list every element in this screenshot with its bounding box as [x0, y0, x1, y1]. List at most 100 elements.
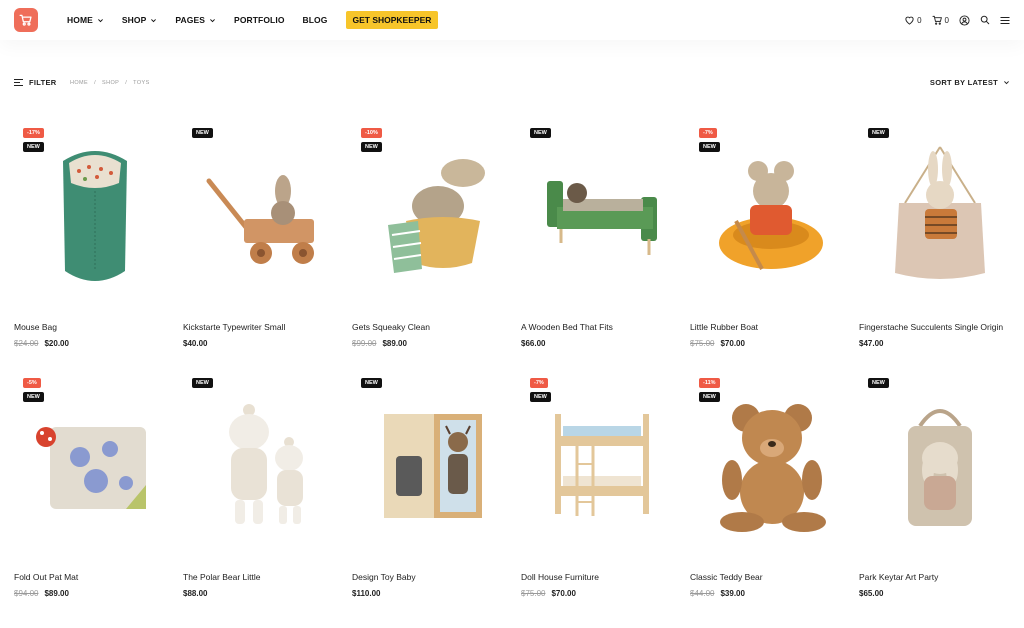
breadcrumb: HOME / SHOP / TOYS: [70, 80, 150, 86]
nav-item-home[interactable]: HOME: [67, 15, 104, 25]
old-price: $75.00: [521, 589, 546, 598]
cart-count: 0: [944, 15, 949, 25]
product-name[interactable]: Gets Squeaky Clean: [352, 322, 513, 332]
product-price: $44.00 $39.00: [690, 589, 851, 598]
filter-icon: [14, 79, 23, 86]
filter-button[interactable]: FILTER: [14, 78, 57, 87]
search-button[interactable]: [980, 15, 990, 25]
menu-button[interactable]: [1000, 16, 1010, 25]
product-name[interactable]: Kickstarte Typewriter Small: [183, 322, 344, 332]
product-name[interactable]: Fingerstache Succulents Single Origin: [859, 322, 1020, 332]
logo[interactable]: [14, 8, 38, 32]
product-card[interactable]: NEW Fingerstache Succulents Single Origi…: [859, 128, 1020, 378]
product-card[interactable]: -7% NEW Doll House Furniture $75.00 $70.…: [521, 378, 682, 628]
old-price: $94.00: [14, 589, 39, 598]
badge-stack: NEW: [868, 378, 889, 392]
product-name[interactable]: Design Toy Baby: [352, 572, 513, 582]
product-photo-bunk-bed: [554, 413, 649, 516]
product-photo-hanging-bag: [907, 408, 972, 526]
wishlist-button[interactable]: 0: [904, 15, 922, 25]
product-name[interactable]: Mouse Bag: [14, 322, 175, 332]
product-card[interactable]: NEW Kickstarte Typewriter Small $40.00: [183, 128, 344, 378]
product-price: $65.00: [859, 589, 1020, 598]
sale-badge: -10%: [361, 128, 382, 138]
sort-label: SORT BY LATEST: [929, 78, 998, 87]
get-shopkeeper-button[interactable]: GET SHOPKEEPER: [345, 11, 439, 29]
breadcrumb-shop[interactable]: SHOP: [102, 80, 119, 86]
shop-toolbar: FILTER HOME / SHOP / TOYS SORT BY LATEST: [0, 74, 1024, 94]
user-icon: [959, 14, 970, 26]
product-name[interactable]: Fold Out Pat Mat: [14, 572, 175, 582]
product-name[interactable]: Little Rubber Boat: [690, 322, 851, 332]
nav-item-portfolio[interactable]: PORTFOLIO: [234, 15, 284, 25]
badge-stack: -5% NEW: [23, 378, 44, 406]
old-price: $75.00: [690, 339, 715, 348]
product-name[interactable]: Classic Teddy Bear: [690, 572, 851, 582]
product-card[interactable]: -11% NEW Classic Teddy Bear $44.00 $39.0…: [690, 378, 851, 628]
new-badge: NEW: [23, 142, 44, 152]
new-badge: NEW: [530, 392, 551, 402]
product-name[interactable]: A Wooden Bed That Fits: [521, 322, 682, 332]
breadcrumb-home[interactable]: HOME: [70, 80, 88, 86]
product-card[interactable]: -17% NEW Mouse Bag $24.00 $20.00: [14, 128, 175, 378]
product-card[interactable]: -7% NEW Little Rubber Boat $75.00 $70.00: [690, 128, 851, 378]
new-badge: NEW: [699, 392, 720, 402]
product-price: $47.00: [859, 339, 1020, 348]
product-image[interactable]: [183, 378, 344, 553]
old-price: $24.00: [14, 339, 39, 348]
badge-stack: -17% NEW: [23, 128, 44, 156]
sale-badge: -7%: [699, 128, 717, 138]
nav-item-label: BLOG: [302, 15, 328, 25]
product-name[interactable]: Park Keytar Art Party: [859, 572, 1020, 582]
nav-item-shop[interactable]: SHOP: [122, 15, 158, 25]
current-price: $110.00: [352, 589, 381, 598]
site-header: HOME SHOP PAGES PORTFOLIO BLOG GET SHOPK…: [0, 0, 1024, 40]
product-price: $110.00: [352, 589, 513, 598]
new-badge: NEW: [699, 142, 720, 152]
chevron-down-icon: [150, 17, 157, 24]
account-button[interactable]: [959, 14, 970, 26]
current-price: $39.00: [720, 589, 745, 598]
product-price: $40.00: [183, 339, 344, 348]
badge-stack: -7% NEW: [530, 378, 551, 406]
product-card[interactable]: NEW Park Keytar Art Party $65.00: [859, 378, 1020, 628]
product-card[interactable]: -10% NEW Gets Squeaky Clean $99.00 $89.0…: [352, 128, 513, 378]
heart-icon: [904, 15, 915, 25]
product-card[interactable]: NEW Design Toy Baby $110.00: [352, 378, 513, 628]
new-badge: NEW: [868, 128, 889, 138]
product-name[interactable]: The Polar Bear Little: [183, 572, 344, 582]
product-photo-rubber-boat: [718, 160, 823, 270]
current-price: $88.00: [183, 589, 208, 598]
product-price: $75.00 $70.00: [521, 589, 682, 598]
product-image[interactable]: [859, 378, 1020, 553]
product-image[interactable]: [183, 128, 344, 303]
product-card[interactable]: NEW The Polar Bear Little $88.00: [183, 378, 344, 628]
chevron-down-icon: [97, 17, 104, 24]
new-badge: NEW: [23, 392, 44, 402]
chevron-down-icon: [209, 17, 216, 24]
product-photo-polar-bears: [228, 403, 303, 524]
product-price: $75.00 $70.00: [690, 339, 851, 348]
nav-item-pages[interactable]: PAGES: [175, 15, 216, 25]
nav-item-blog[interactable]: BLOG: [303, 15, 328, 25]
product-image[interactable]: [352, 378, 513, 553]
product-card[interactable]: -5% NEW Fold Out Pat Mat $94.00 $89.00: [14, 378, 175, 628]
chevron-down-icon: [1003, 79, 1010, 86]
product-image[interactable]: [521, 128, 682, 303]
product-image[interactable]: [859, 128, 1020, 303]
sale-badge: -17%: [23, 128, 44, 138]
new-badge: NEW: [530, 128, 551, 138]
product-card[interactable]: NEW A Wooden Bed That Fits $66.00: [521, 128, 682, 378]
sale-badge: -5%: [23, 378, 41, 388]
cart-button[interactable]: 0: [932, 15, 949, 25]
sort-dropdown[interactable]: SORT BY LATEST: [930, 78, 1010, 87]
product-price: $99.00 $89.00: [352, 339, 513, 348]
filter-label: FILTER: [29, 78, 57, 87]
current-price: $47.00: [859, 339, 884, 348]
product-name[interactable]: Doll House Furniture: [521, 572, 682, 582]
product-price: $24.00 $20.00: [14, 339, 175, 348]
badge-stack: -7% NEW: [699, 128, 720, 156]
current-price: $40.00: [183, 339, 208, 348]
current-price: $70.00: [720, 339, 745, 348]
cart-icon: [932, 15, 943, 25]
